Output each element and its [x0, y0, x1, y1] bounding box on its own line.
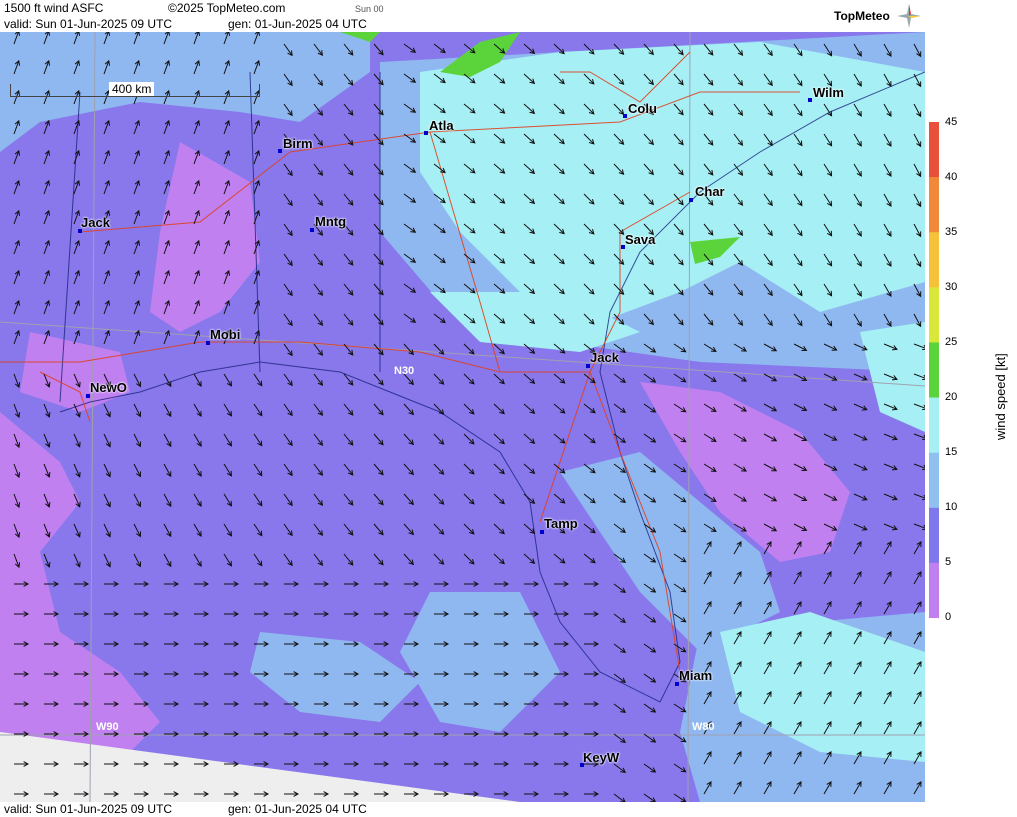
legend-tick: 40 [945, 171, 958, 183]
legend-tick: 25 [945, 336, 958, 348]
legend-color-segment [929, 507, 939, 564]
legend-tick: 0 [945, 611, 952, 623]
legend-tick: 35 [945, 226, 958, 238]
legend-tick: 30 [945, 281, 958, 293]
city-label[interactable]: Jack [81, 215, 110, 230]
city-label[interactable]: Wilm [813, 85, 844, 100]
scale-label: 400 km [109, 82, 155, 96]
legend-color-segment [929, 397, 939, 454]
color-legend: 45 40 35 30 25 20 15 10 5 0 wind speed [… [925, 0, 1017, 817]
city-label[interactable]: KeyW [583, 750, 619, 765]
legend-tick: 15 [945, 446, 958, 458]
valid-time: valid: Sun 01-Jun-2025 09 UTC [4, 17, 173, 31]
city-marker [310, 228, 314, 232]
city-label[interactable]: Birm [283, 136, 313, 151]
legend-tick: 5 [945, 556, 952, 568]
generated-time: gen: 01-Jun-2025 04 UTC [228, 17, 367, 31]
legend-color-segment [929, 287, 939, 343]
city-label[interactable]: Char [695, 184, 725, 199]
city-label[interactable]: Tamp [544, 516, 578, 531]
city-marker [278, 149, 282, 153]
legend-color-segment [929, 177, 939, 233]
legend-color-segment [929, 562, 939, 618]
legend-color-segment [929, 232, 939, 288]
scale-bar: 400 km [10, 82, 260, 97]
city-label[interactable]: Mntg [315, 214, 346, 229]
copyright-text: ©2025 TopMeteo.com [168, 1, 286, 15]
city-label[interactable]: Jack [590, 350, 619, 365]
topmeteo-logo: TopMeteo [834, 9, 890, 23]
legend-tick: 20 [945, 391, 958, 403]
footer-valid-time: valid: Sun 01-Jun-2025 09 UTC [4, 802, 173, 816]
wind-map[interactable]: 400 km N30 W90 W80 Birm Atla Colu Wilm J… [0, 32, 925, 802]
day-label: Sun 00 [355, 4, 384, 14]
product-title: 1500 ft wind ASFC [4, 1, 104, 15]
city-marker [689, 198, 693, 202]
map-footer: valid: Sun 01-Jun-2025 09 UTC gen: 01-Ju… [0, 802, 925, 817]
legend-color-segment [929, 342, 939, 399]
city-marker [808, 98, 812, 102]
city-marker [424, 131, 428, 135]
legend-color-segment [929, 452, 939, 509]
map-header: 1500 ft wind ASFC ©2025 TopMeteo.com Sun… [0, 0, 925, 32]
city-label[interactable]: Atla [429, 118, 454, 133]
legend-colorbar [929, 122, 939, 618]
compass-star-icon [897, 4, 921, 28]
city-marker [623, 114, 627, 118]
legend-tick: 10 [945, 501, 958, 513]
footer-generated-time: gen: 01-Jun-2025 04 UTC [228, 802, 367, 816]
city-label[interactable]: Mobi [210, 327, 240, 342]
city-label[interactable]: Colu [628, 101, 657, 116]
wind-speed-field [0, 32, 925, 802]
city-label[interactable]: Sava [625, 232, 655, 247]
latitude-label-n30: N30 [394, 365, 415, 377]
city-label[interactable]: NewO [90, 380, 127, 395]
longitude-label-w90: W90 [96, 721, 119, 733]
legend-unit-label: wind speed [kt] [993, 353, 1008, 440]
longitude-label-w80: W80 [692, 721, 715, 733]
legend-tick: 45 [945, 116, 958, 128]
city-label[interactable]: Miam [679, 668, 712, 683]
legend-color-segment [929, 122, 939, 178]
